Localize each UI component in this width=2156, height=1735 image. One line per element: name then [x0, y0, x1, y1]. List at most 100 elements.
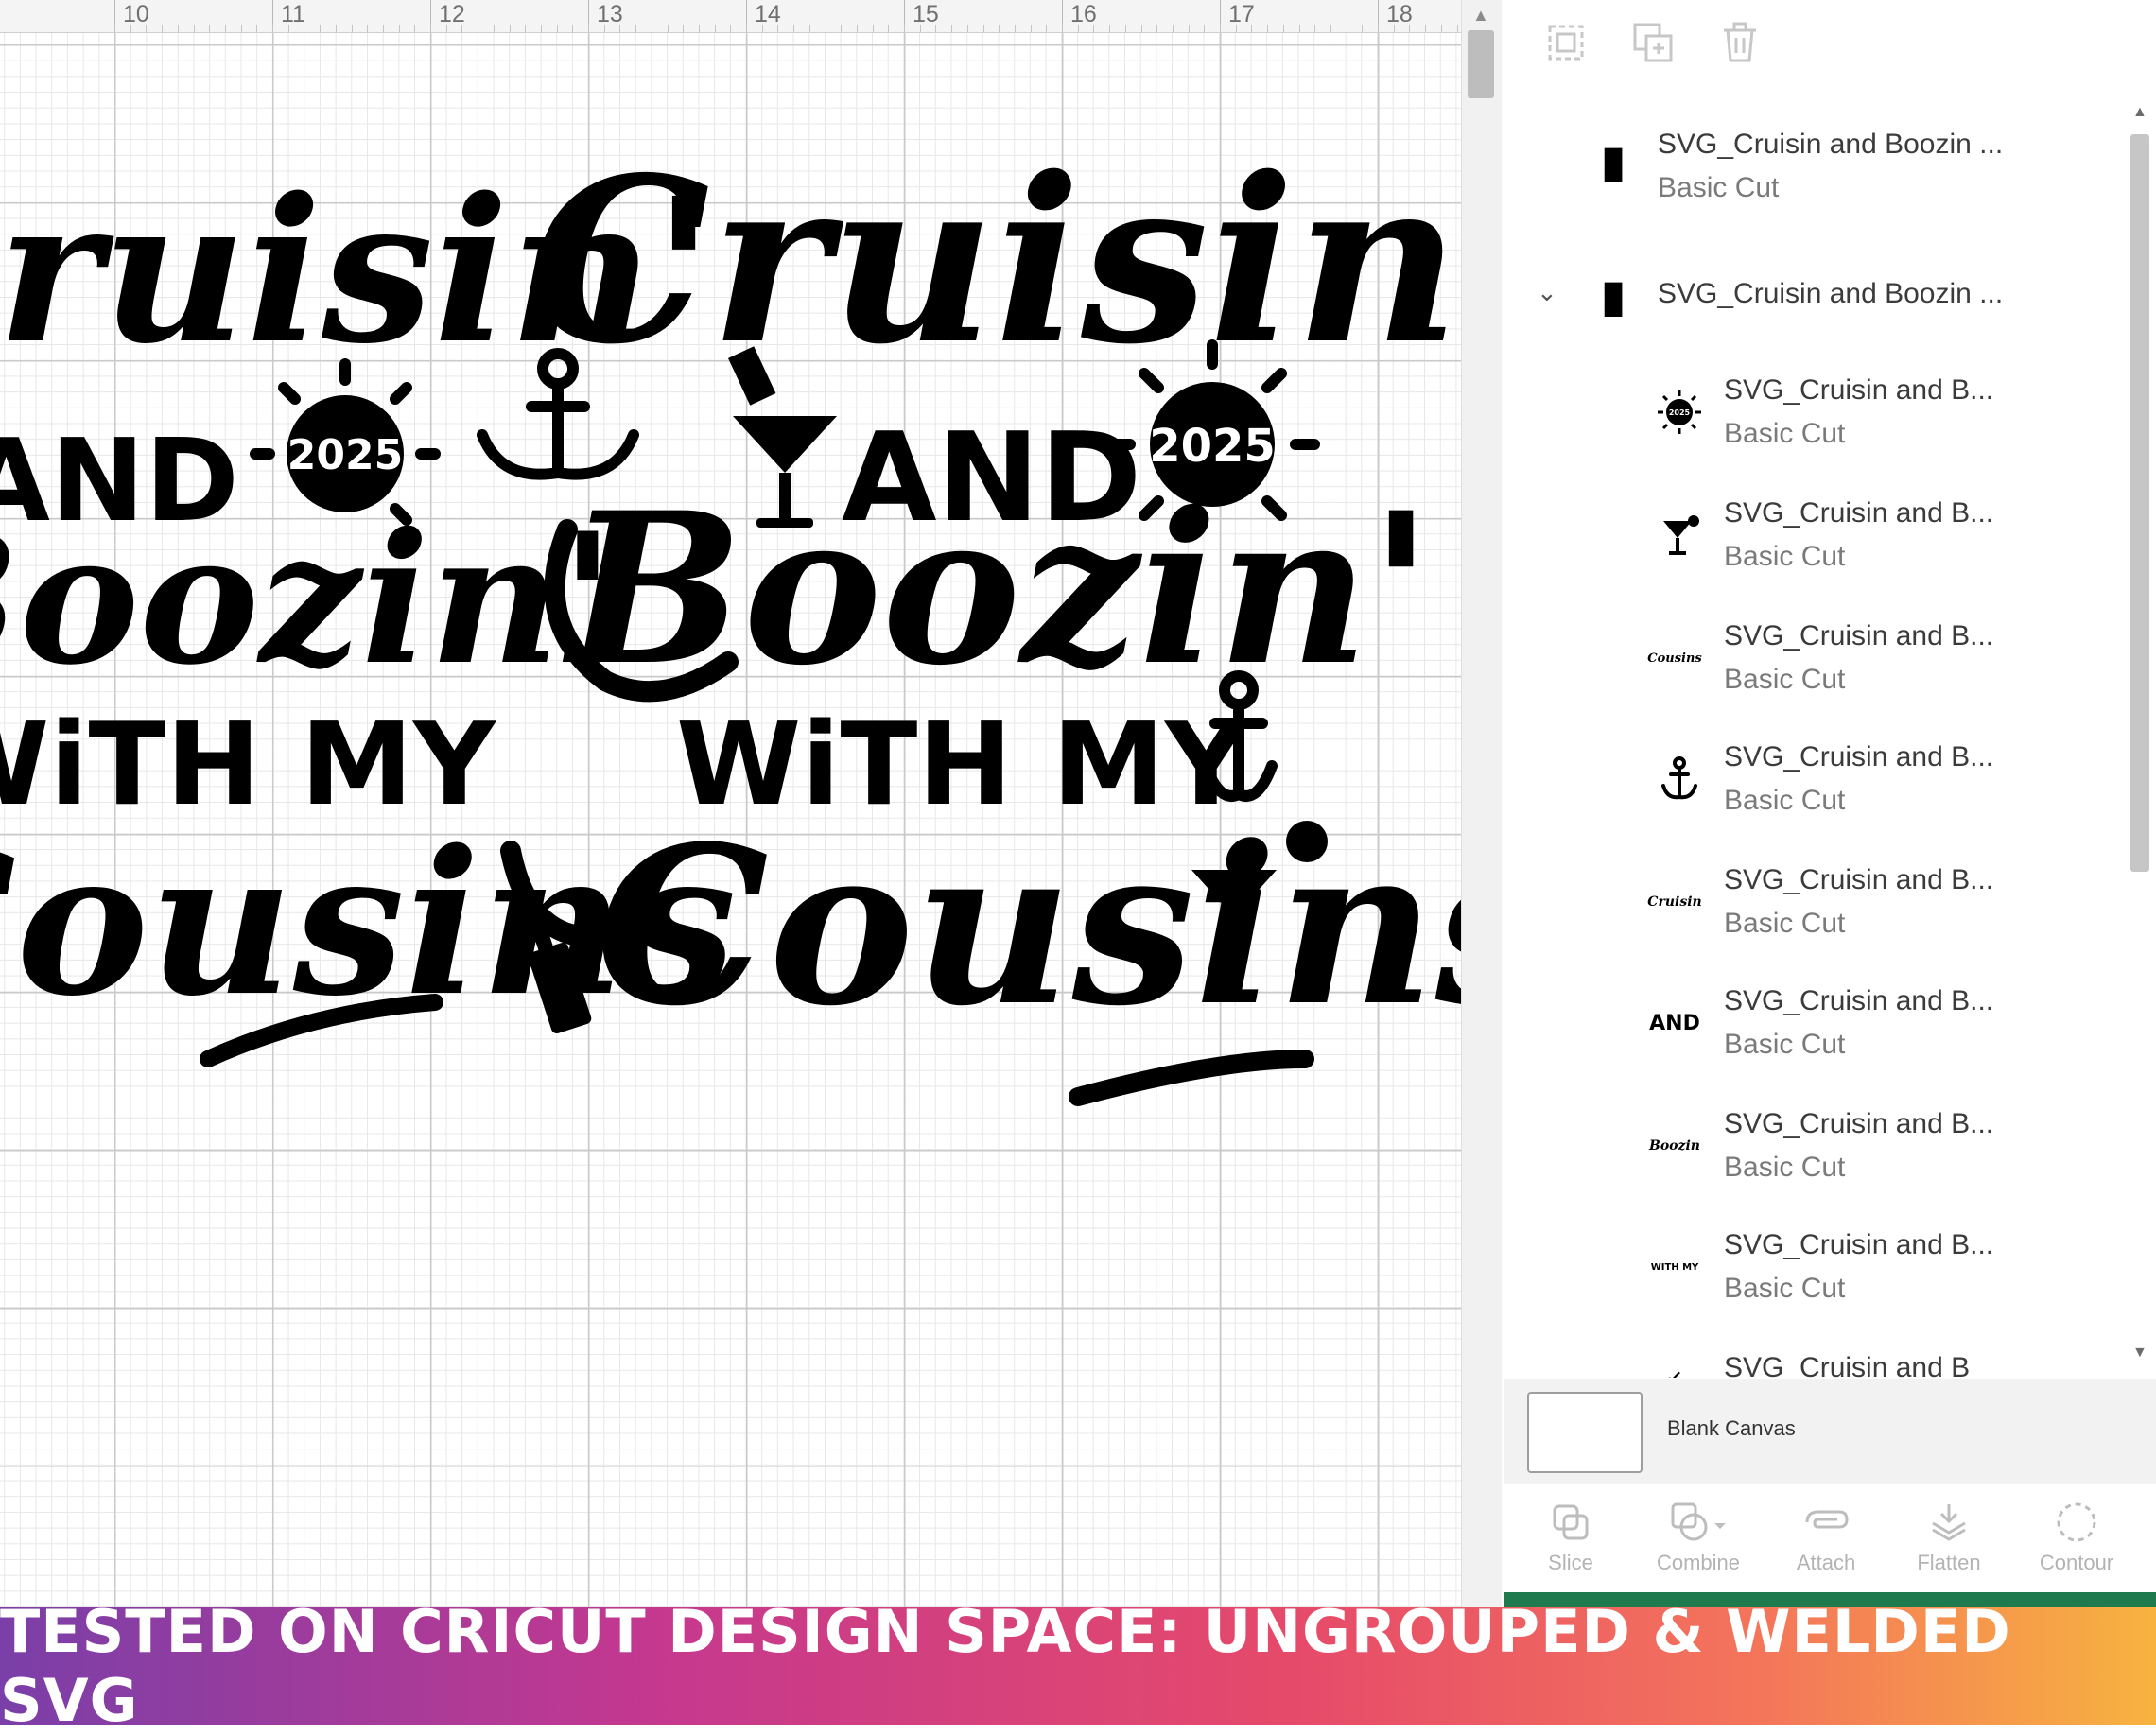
- ruler-tick: [1267, 25, 1269, 32]
- scrollbar-thumb[interactable]: [1468, 30, 1494, 98]
- ruler-tick: [1425, 25, 1427, 32]
- ruler-tick: [635, 25, 637, 32]
- ruler-tick: [256, 25, 258, 32]
- design-artwork[interactable]: Cruisin' AND 2025 Boozin' WiTH MY Cousin…: [0, 57, 1461, 1144]
- layer-operation: Basic Cut: [1724, 785, 1846, 816]
- layer-row[interactable]: WITH MY SVG_Cruisin and B... Basic Cut: [1504, 1216, 2110, 1320]
- delete-icon[interactable]: [1716, 19, 1764, 66]
- ruler-tick: [461, 25, 463, 32]
- layer-row[interactable]: Boozin SVG_Cruisin and B... Basic Cut: [1504, 1095, 2110, 1199]
- combine-label: Combine: [1656, 1551, 1741, 1574]
- chevron-down-icon[interactable]: ⌄: [1537, 278, 1557, 307]
- layer-name: SVG_Cruisin and B...: [1724, 620, 1994, 651]
- ruler-tick: [351, 25, 353, 32]
- contour-icon: [2057, 1502, 2096, 1542]
- ruler-tick: [888, 25, 890, 32]
- ruler-tick: [808, 25, 810, 32]
- layers-scrollbar[interactable]: ▲ ▼: [2127, 96, 2153, 1378]
- layer-row[interactable]: SVG_Cruisin and B... Basic Cut: [1504, 728, 2110, 832]
- ruler-tick: [1204, 25, 1206, 32]
- canvas-color-swatch[interactable]: [1527, 1392, 1643, 1473]
- layer-row[interactable]: ▇▇ ▇▇ ▇▇ SVG_Cruisin and Boozin ... Basic …: [1504, 115, 2110, 219]
- ruler-tick: [667, 25, 669, 32]
- attach-button[interactable]: Attach: [1774, 1494, 1878, 1575]
- ruler-tick: [683, 25, 685, 32]
- ruler-tick: [999, 25, 1000, 32]
- ruler-tick: [777, 25, 779, 32]
- ruler-tick: [1330, 25, 1331, 32]
- contour-button[interactable]: Contour: [2025, 1494, 2129, 1575]
- ruler-tick: [1188, 25, 1190, 32]
- ruler-tick: [1456, 25, 1458, 32]
- design-copy-main[interactable]: Cruisin' AND 2025 Boozin' WiTH MY Cousin: [477, 128, 1461, 1106]
- scroll-up-icon[interactable]: ▲: [2132, 104, 2147, 121]
- scroll-up-icon[interactable]: ▲: [1472, 6, 1489, 26]
- layer-operation: Basic Cut: [1724, 418, 1846, 449]
- ruler-tick: [1124, 25, 1126, 32]
- layer-row[interactable]: ↙ SVG_Cruisin and B: [1504, 1339, 2110, 1378]
- blank-canvas-row[interactable]: Blank Canvas: [1504, 1379, 2156, 1484]
- ruler-tick: [951, 25, 953, 32]
- boozin-text-thumbnail: Boozin: [1649, 1138, 1700, 1154]
- cousins-text-thumbnail: Cousins: [1647, 651, 1702, 666]
- flatten-icon: [1932, 1504, 1966, 1541]
- ruler-tick: [1077, 25, 1079, 32]
- layer-operation: Basic Cut: [1724, 664, 1846, 695]
- scroll-down-icon[interactable]: ▼: [2132, 1345, 2147, 1362]
- cruisin-text-thumbnail: Cruisin: [1647, 894, 1702, 910]
- ruler-tick: [114, 25, 115, 32]
- layers-panel: ▇▇ ▇▇ ▇▇ SVG_Cruisin and Boozin ... Basic …: [1504, 0, 2156, 1607]
- ruler-tick: [130, 25, 131, 32]
- duplicate-icon[interactable]: [1629, 19, 1677, 66]
- layer-list: ▇▇ ▇▇ ▇▇ SVG_Cruisin and Boozin ... Basic …: [1504, 96, 2129, 1378]
- combine-button[interactable]: Combine: [1646, 1494, 1750, 1575]
- and-text-thumbnail: AND: [1649, 1011, 1700, 1035]
- ruler-tick: [856, 25, 858, 32]
- ruler-label: 18: [1378, 0, 1413, 32]
- ruler-tick: [1362, 25, 1364, 32]
- layer-thumbnail: ↙: [1666, 1365, 1683, 1378]
- ruler-tick: [224, 25, 226, 32]
- scrollbar-thumb[interactable]: [2130, 134, 2149, 872]
- layer-row[interactable]: SVG_Cruisin and B... Basic Cut: [1504, 484, 2110, 588]
- ruler-tick: [382, 25, 384, 32]
- layer-row[interactable]: 2025 SVG_Cruisin and B... Basic Cut: [1504, 361, 2110, 465]
- flatten-button[interactable]: Flatten: [1897, 1494, 2001, 1575]
- ruler-tick: [1282, 25, 1284, 32]
- layer-row[interactable]: Cousins SVG_Cruisin and B... Basic Cut: [1504, 607, 2110, 711]
- layer-thumbnail: ▇▇ ▇▇ ▇▇: [1604, 147, 1623, 182]
- slice-button[interactable]: Slice: [1519, 1494, 1623, 1575]
- ruler-tick: [430, 25, 431, 32]
- sun-year-label: 2025: [1149, 420, 1276, 473]
- ruler-tick: [320, 25, 322, 32]
- layer-name: SVG_Cruisin and B...: [1724, 374, 1994, 406]
- ruler-tick: [1378, 25, 1379, 32]
- design-canvas[interactable]: 10 11 12 13 14 15 16 17 18 Cruisin' AND …: [0, 0, 1461, 1607]
- ruler-tick: [919, 25, 921, 32]
- ruler-tick: [1140, 25, 1142, 32]
- anchor-icon: [1651, 751, 1708, 807]
- layer-operation: Basic Cut: [1658, 172, 1780, 203]
- ruler-tick: [619, 25, 621, 32]
- canvas-vertical-scrollbar[interactable]: ▲: [1461, 0, 1502, 1607]
- ruler-tick: [525, 25, 527, 32]
- ruler-label: 17: [1220, 0, 1255, 32]
- layer-row[interactable]: Cruisin SVG_Cruisin and B... Basic Cut: [1504, 851, 2110, 955]
- with-my-text-thumbnail: WITH MY: [1650, 1261, 1699, 1273]
- ruler-tick: [493, 25, 495, 32]
- ruler-tick: [904, 25, 905, 32]
- design-line-boozin: Boozin': [0, 494, 615, 704]
- ruler-tick: [603, 25, 605, 32]
- group-icon[interactable]: [1542, 19, 1590, 66]
- ruler-tick: [793, 25, 795, 32]
- layer-name: SVG_Cruisin and B...: [1724, 1229, 1994, 1260]
- promo-banner: TESTED ON CRICUT DESIGN SPACE: UNGROUPED…: [0, 1597, 2156, 1735]
- layer-row[interactable]: AND SVG_Cruisin and B... Basic Cut: [1504, 972, 2110, 1076]
- ruler-label: 16: [1062, 0, 1097, 32]
- layer-name: SVG_Cruisin and B...: [1724, 985, 1994, 1016]
- layer-group-row[interactable]: ⌄ ▇▇ ▇▇ ▇▇ SVG_Cruisin and Boozin ...: [1504, 257, 2110, 342]
- slice-icon: [1553, 1504, 1589, 1540]
- blank-canvas-label: Blank Canvas: [1667, 1416, 1796, 1440]
- promo-banner-text: TESTED ON CRICUT DESIGN SPACE: UNGROUPED…: [0, 1597, 2011, 1735]
- ruler-tick: [982, 25, 984, 32]
